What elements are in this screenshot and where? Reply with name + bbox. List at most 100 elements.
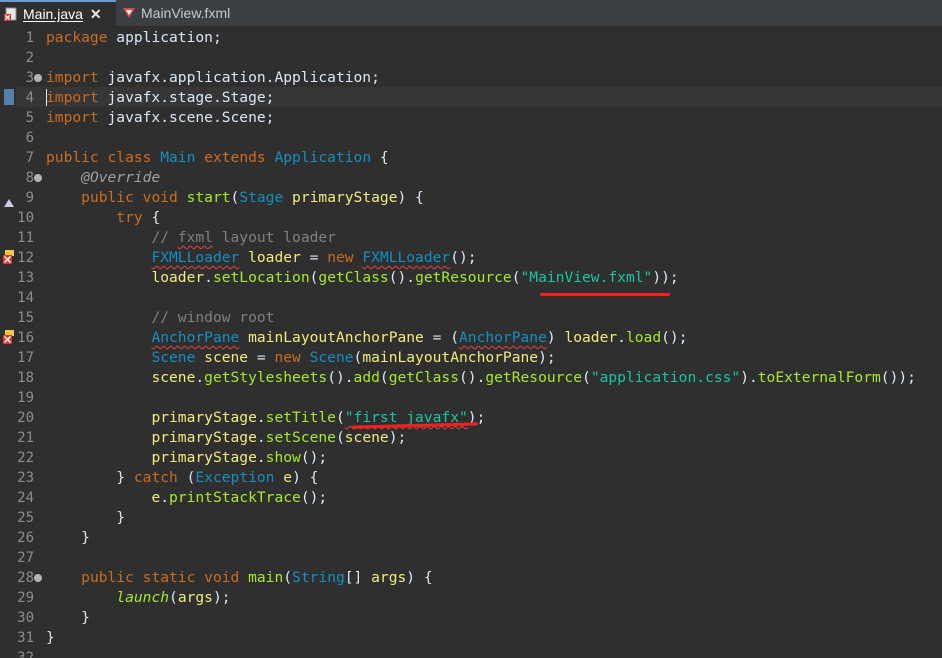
tab-mainview-fxml[interactable]: MainView.fxml (118, 0, 248, 26)
code-token: ) { (397, 189, 424, 206)
code-line[interactable]: AnchorPane mainLayoutAnchorPane = (Ancho… (46, 328, 687, 348)
line-number: 27 (17, 550, 34, 566)
code-token: ( (230, 189, 240, 206)
code-token: Application (274, 149, 372, 166)
code-token: load (625, 329, 662, 346)
code-token: loader (564, 329, 618, 346)
fold-toggle-icon[interactable] (34, 74, 42, 82)
code-token: getClass (388, 369, 459, 386)
code-token: . (256, 409, 266, 426)
code-token: ); (212, 589, 231, 606)
tab-label: Main.java (23, 6, 83, 22)
code-token: loader (151, 269, 205, 286)
code-token: primaryStage (151, 449, 257, 466)
code-token: setLocation (212, 269, 310, 286)
code-token: )); (652, 269, 679, 286)
line-number: 22 (17, 450, 34, 466)
code-token: main (248, 569, 284, 586)
code-token: String (292, 569, 345, 586)
code-token: } (46, 509, 126, 526)
code-line[interactable]: import javafx.scene.Scene; (46, 108, 274, 128)
code-token: ( (169, 589, 178, 606)
code-line[interactable]: primaryStage.show(); (46, 448, 327, 468)
code-line[interactable]: try { (46, 208, 160, 228)
code-line[interactable]: } (46, 628, 55, 648)
code-token: = ( (423, 329, 459, 346)
code-token: primaryStage (151, 429, 257, 446)
code-editor[interactable]: 1 2 3 4 5 6 7 8 9 10 11 12 13 14 15 16 17 18 19 20 21 22 23 24 2… (0, 27, 942, 658)
code-line[interactable]: public static void main(String[] args) { (46, 568, 432, 588)
code-token: javafx.stage.Stage; (98, 89, 275, 106)
code-line[interactable]: import javafx.application.Application; (46, 68, 380, 88)
code-token: (); (300, 489, 328, 506)
code-line[interactable]: FXMLLoader loader = new FXMLLoader(); (46, 248, 477, 268)
text-caret (46, 89, 47, 106)
code-token: ( (177, 469, 196, 486)
line-number: 21 (17, 430, 34, 446)
code-line[interactable]: primaryStage.setScene(scene); (46, 428, 406, 448)
line-number: 19 (17, 390, 34, 406)
code-line[interactable]: @Override (46, 168, 160, 188)
code-token: public static void (81, 569, 249, 586)
code-token: args (177, 589, 213, 606)
code-line[interactable]: public void start(Stage primaryStage) { (46, 188, 424, 208)
code-token: scene (151, 369, 196, 386)
line-number: 20 (17, 410, 34, 426)
code-area[interactable]: package application; import javafx.applic… (46, 27, 942, 658)
fold-toggle-icon[interactable] (34, 174, 42, 182)
code-line[interactable]: } catch (Exception e) { (46, 468, 318, 488)
line-number: 26 (17, 530, 34, 546)
line-number: 10 (17, 210, 34, 226)
line-number: 15 (17, 310, 34, 326)
code-token: Scene (309, 349, 354, 366)
code-line[interactable]: } (46, 528, 90, 548)
code-line[interactable]: } (46, 508, 125, 528)
code-line[interactable]: e.printStackTrace(); (46, 488, 327, 508)
tab-main-java[interactable]: Main.java ✕ (0, 0, 116, 26)
code-line[interactable]: // window root (46, 308, 274, 328)
code-token: . (617, 329, 626, 346)
line-number: 13 (17, 270, 34, 286)
code-token: add (353, 369, 380, 386)
code-token: getResource (415, 269, 512, 286)
code-token: scene (204, 349, 249, 366)
code-token: "application.css" (590, 369, 741, 386)
code-line[interactable]: // fxml layout loader (46, 228, 336, 248)
code-token: application; (107, 29, 222, 46)
line-number: 16 (17, 330, 34, 346)
code-line[interactable]: launch(args); (46, 588, 231, 608)
code-line[interactable]: scene.getStylesheets().add(getClass().ge… (46, 368, 916, 388)
line-number: 8 (25, 170, 34, 186)
code-token: catch (133, 469, 178, 486)
code-line[interactable]: import javafx.stage.Stage; (46, 88, 274, 108)
code-token: [] (344, 569, 372, 586)
code-token: package (46, 29, 108, 46)
line-number: 2 (25, 50, 34, 66)
line-number: 28 (17, 570, 34, 586)
code-token: . (256, 449, 266, 466)
code-line[interactable]: package application; (46, 28, 222, 48)
code-token: @Override (81, 169, 161, 186)
line-number: 29 (17, 590, 34, 606)
warning-error-icon (2, 250, 16, 270)
code-token: FXMLLoader (151, 249, 240, 266)
fold-toggle-icon[interactable] (34, 574, 42, 582)
code-line[interactable]: loader.setLocation (getClass().getResourc… (46, 268, 679, 288)
code-line[interactable]: Scene scene = new Scene(mainLayoutAnchor… (46, 348, 555, 368)
close-icon[interactable]: ✕ (90, 6, 102, 23)
code-token: } (46, 529, 90, 546)
code-token: primaryStage (292, 189, 398, 206)
code-token: (); (450, 249, 477, 266)
line-number: 30 (17, 610, 34, 626)
code-line[interactable]: } (46, 608, 90, 628)
code-line[interactable]: public class Main extends Application { (46, 148, 389, 168)
code-token: } (46, 609, 90, 626)
code-token: ()); (880, 369, 916, 386)
code-token: fxml (177, 229, 213, 246)
